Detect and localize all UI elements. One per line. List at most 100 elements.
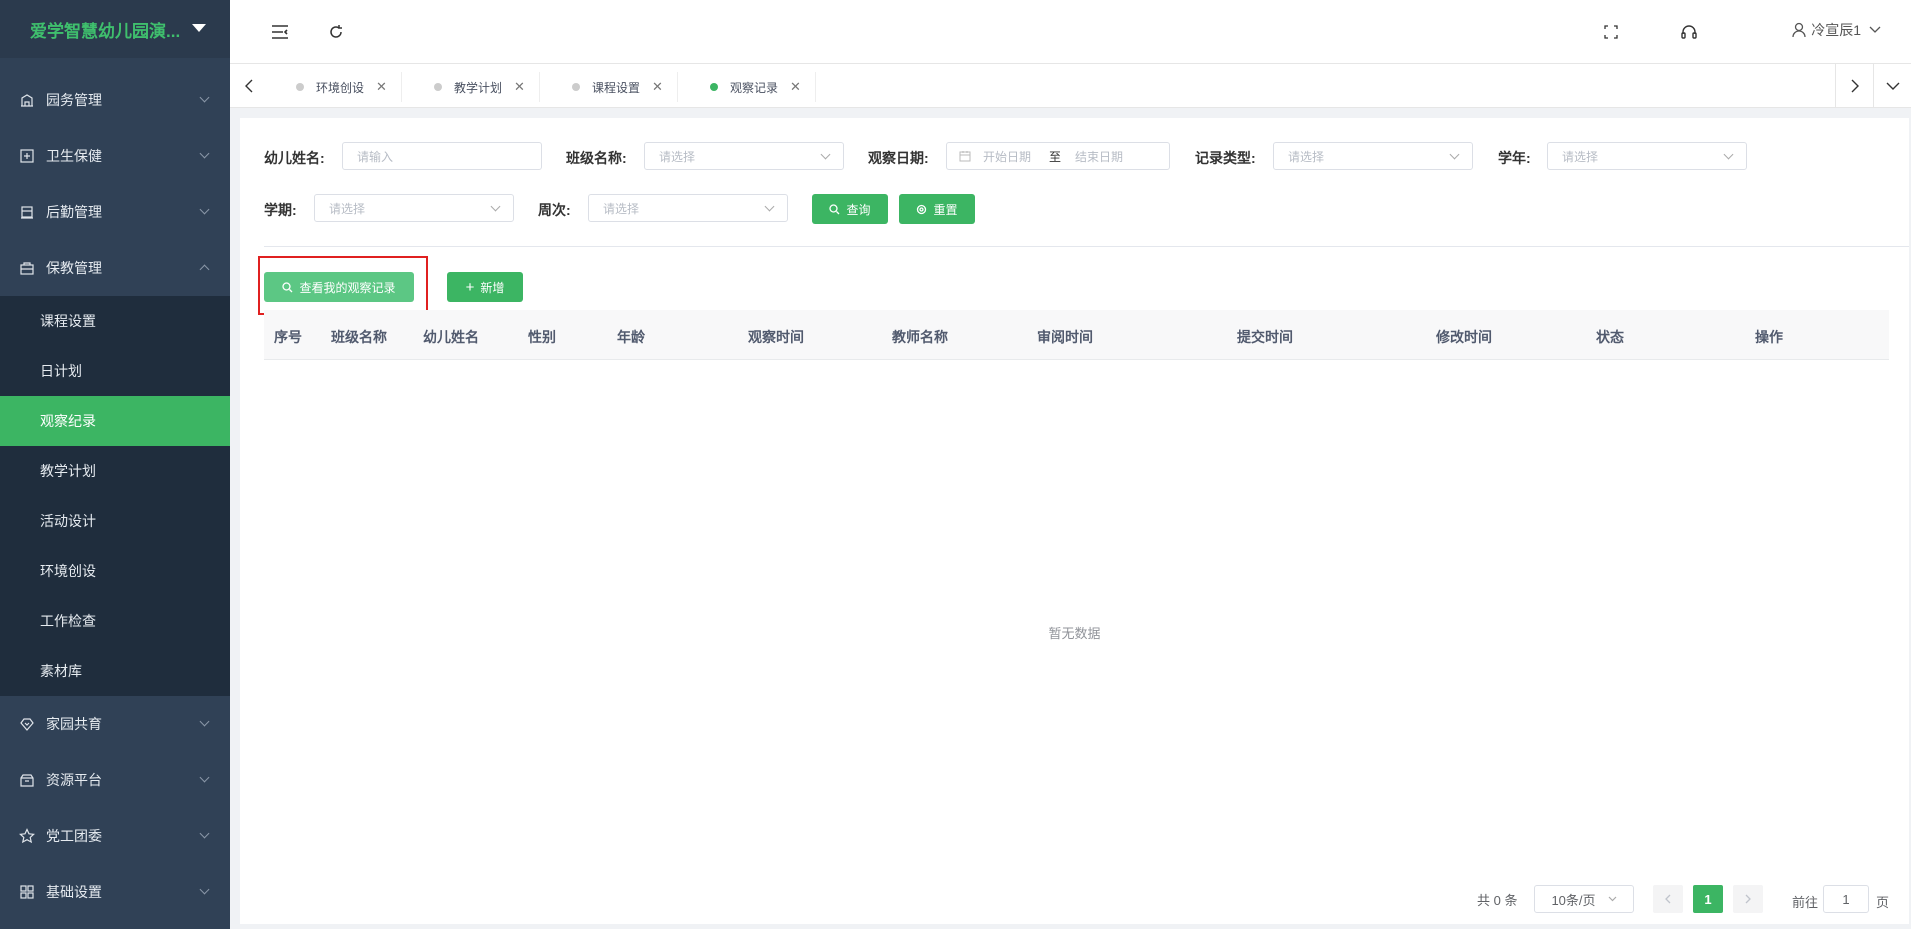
sidebar-subitem-observation-records[interactable]: 观察纪录 (0, 396, 230, 446)
top-header: 冷宣辰1 (230, 0, 1911, 64)
building-icon (18, 91, 36, 109)
tab-label: 观察记录 (730, 80, 779, 95)
reset-button[interactable]: 重置 (899, 194, 975, 224)
goto-label: 前往 (1792, 895, 1819, 910)
chevron-down-icon (199, 828, 210, 839)
close-icon[interactable]: ✕ (376, 79, 387, 95)
sidebar-subitem-label: 教学计划 (40, 463, 96, 479)
observation-date-range[interactable]: 开始日期 至 结束日期 (946, 142, 1170, 170)
chevron-down-icon (199, 92, 210, 103)
column-header: 操作 (1755, 329, 1783, 345)
my-records-label: 查看我的观察记录 (299, 280, 396, 295)
sidebar-item-education[interactable]: 保教管理 (0, 240, 230, 296)
select-placeholder: 请选择 (603, 201, 640, 216)
tab-environment[interactable]: 环境创设 ✕ (282, 72, 402, 102)
chevron-down-icon (199, 772, 210, 783)
week-label: 周次: (538, 202, 571, 218)
fullscreen-icon[interactable] (1601, 22, 1621, 42)
chevron-down-icon (490, 201, 501, 212)
class-name-select[interactable]: 请选择 (644, 142, 844, 170)
close-icon[interactable]: ✕ (652, 79, 663, 95)
sidebar-item-basic-settings[interactable]: 基础设置 (0, 864, 230, 920)
sidebar-subitem-work-inspection[interactable]: 工作检查 (0, 596, 230, 646)
tab-label: 教学计划 (454, 80, 503, 95)
caret-down-icon (192, 24, 206, 32)
prev-page-button[interactable] (1653, 885, 1683, 913)
sidebar-subitem-daily-plan[interactable]: 日计划 (0, 346, 230, 396)
sidebar-item-health[interactable]: 卫生保健 (0, 128, 230, 184)
sidebar-item-home-school[interactable]: 家园共育 (0, 696, 230, 752)
chevron-down-icon (1608, 896, 1617, 902)
sidebar-item-label: 卫生保健 (46, 148, 102, 164)
tabs-scroll-right[interactable] (1835, 64, 1873, 108)
sidebar-item-campus-affairs[interactable]: 园务管理 (0, 72, 230, 128)
close-icon[interactable]: ✕ (514, 79, 525, 95)
plus-icon: + (465, 278, 475, 296)
page-size-value: 10条/页 (1551, 892, 1596, 908)
record-type-label: 记录类型: (1195, 150, 1256, 166)
sidebar-subitem-label: 观察纪录 (40, 413, 96, 429)
sidebar-item-label: 资源平台 (46, 772, 102, 788)
observation-date-label: 观察日期: (868, 150, 929, 166)
filter-divider (264, 246, 1909, 247)
column-header: 性别 (528, 329, 556, 345)
sidebar-item-logistics[interactable]: 后勤管理 (0, 184, 230, 240)
sidebar-subitem-label: 素材库 (40, 663, 82, 679)
sidebar-subitem-teaching-plan[interactable]: 教学计划 (0, 446, 230, 496)
headset-icon[interactable] (1679, 22, 1699, 42)
sidebar-item-label: 家园共育 (46, 716, 102, 732)
pagination-total: 共 0 条 (1477, 893, 1518, 908)
tabs-scroll-left[interactable] (230, 64, 268, 108)
child-name-input[interactable]: 请输入 (342, 142, 542, 170)
page-size-select[interactable]: 10条/页 (1534, 885, 1634, 913)
tab-dot-icon (572, 83, 580, 91)
sidebar-subitem-environment[interactable]: 环境创设 (0, 546, 230, 596)
select-placeholder: 请选择 (1562, 149, 1599, 164)
next-page-button[interactable] (1733, 885, 1763, 913)
date-start-placeholder: 开始日期 (983, 149, 1032, 164)
sidebar-item-resources[interactable]: 资源平台 (0, 752, 230, 808)
menu-fold-icon[interactable] (270, 22, 290, 42)
heart-shield-icon (18, 715, 36, 733)
grid-icon (18, 883, 36, 901)
school-year-select[interactable]: 请选择 (1547, 142, 1747, 170)
week-select[interactable]: 请选择 (588, 194, 788, 222)
sidebar-subitem-label: 日计划 (40, 363, 82, 379)
add-button-label: 新增 (480, 280, 505, 295)
chevron-down-icon (820, 149, 831, 160)
sidebar: 爱学智慧幼儿园演... 园务管理 卫生保健 后勤管理 保教管理 课程设置 日计划… (0, 0, 230, 929)
tab-observation-records[interactable]: 观察记录 ✕ (696, 72, 816, 102)
record-type-select[interactable]: 请选择 (1273, 142, 1473, 170)
page-number-button[interactable]: 1 (1693, 885, 1723, 913)
refresh-icon[interactable] (326, 22, 346, 42)
sidebar-subitem-course-settings[interactable]: 课程设置 (0, 296, 230, 346)
education-icon (18, 259, 36, 277)
query-button[interactable]: 查询 (812, 194, 888, 224)
sidebar-item-party-committee[interactable]: 党工团委 (0, 808, 230, 864)
sidebar-subitem-label: 课程设置 (40, 313, 96, 329)
chevron-left-icon (245, 79, 253, 93)
logistics-icon (18, 203, 36, 221)
term-select[interactable]: 请选择 (314, 194, 514, 222)
goto-page-input[interactable]: 1 (1823, 885, 1869, 913)
my-observation-records-button[interactable]: 查看我的观察记录 (264, 272, 414, 302)
tab-dot-icon (710, 83, 718, 91)
chevron-right-icon (1745, 894, 1751, 904)
column-header: 教师名称 (892, 329, 948, 345)
brand-switcher[interactable]: 爱学智慧幼儿园演... (0, 0, 230, 58)
chevron-down-icon (764, 201, 775, 212)
package-icon (18, 771, 36, 789)
sidebar-subitem-materials[interactable]: 素材库 (0, 646, 230, 696)
child-name-label: 幼儿姓名: (264, 150, 325, 166)
tab-teaching-plan[interactable]: 教学计划 ✕ (420, 72, 540, 102)
close-icon[interactable]: ✕ (790, 79, 801, 95)
select-placeholder: 请选择 (659, 149, 696, 164)
tab-course-settings[interactable]: 课程设置 ✕ (558, 72, 678, 102)
chevron-down-icon (1886, 82, 1899, 90)
star-icon (18, 827, 36, 845)
chevron-down-icon (199, 716, 210, 727)
tabs-more-dropdown[interactable] (1873, 64, 1911, 108)
sidebar-subitem-activity-design[interactable]: 活动设计 (0, 496, 230, 546)
add-button[interactable]: + 新增 (447, 272, 523, 302)
user-menu[interactable]: 冷宣辰1 (1791, 20, 1881, 40)
